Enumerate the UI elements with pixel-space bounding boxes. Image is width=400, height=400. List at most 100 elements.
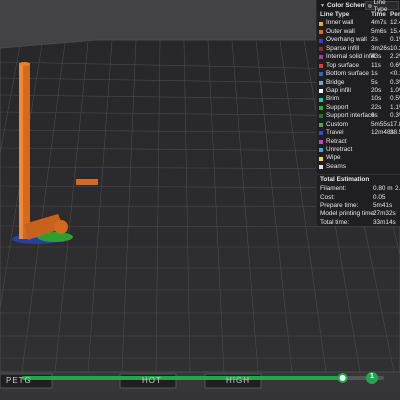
estimation-label: Filament: <box>320 185 347 193</box>
legend-panel: ▼ Color Scheme Line Type Line Type Time … <box>316 0 400 226</box>
legend-swatch <box>319 106 323 110</box>
legend-row-name: Travel <box>326 129 344 137</box>
legend-row-name: Unretract <box>326 146 353 153</box>
legend-swatch <box>319 122 323 127</box>
legend-row[interactable]: Unretract <box>317 146 400 154</box>
legend-swatch <box>319 55 323 60</box>
legend-row-name: Outer wall <box>326 27 355 35</box>
legend-swatch <box>319 148 323 153</box>
legend-column-headers: Line Type Time Perc <box>317 11 400 19</box>
header-time: Time <box>371 11 386 18</box>
estimation-rows: Filament:0.80 m2.38Cost:0.05Prepare time… <box>317 185 400 226</box>
legend-title: Color Scheme <box>326 2 370 9</box>
estimation-row: Filament: 0.80 m2.38 <box>317 185 400 193</box>
legend-row[interactable]: Bridge 5s 0.3% <box>317 79 400 87</box>
legend-row[interactable]: Outer wall 5m6s15.4 <box>317 28 400 36</box>
legend-row-time: 5m55s <box>371 120 391 128</box>
legend-row[interactable]: Internal solid infill43s 2.2% <box>317 53 400 61</box>
legend-row[interactable]: Wipe <box>317 154 400 162</box>
legend-swatch <box>319 131 323 136</box>
legend-swatch <box>319 21 323 26</box>
legend-row-time: 20s <box>371 86 382 94</box>
estimation-row: Cost: 0.05 <box>317 194 400 202</box>
estimation-label: Prepare time: <box>320 201 359 209</box>
legend-swatch <box>319 156 323 161</box>
estimation-value: 5m41s <box>373 201 393 209</box>
legend-row-time: 10s <box>371 95 382 103</box>
estimation-label: Cost: <box>320 193 335 201</box>
legend-row-time: 5m6s <box>371 27 387 35</box>
estimation-value: 0.05 <box>373 193 386 201</box>
legend-row-name: Bridge <box>326 78 345 86</box>
legend-row-name: Sparse infill <box>326 44 360 52</box>
legend-swatch <box>319 30 323 35</box>
legend-row-name: Retract <box>326 137 347 145</box>
legend-row-percent: 0.5% <box>390 95 400 103</box>
legend-row-percent: 0.3% <box>390 78 400 86</box>
legend-row-percent: 15.4 <box>390 27 400 35</box>
legend-swatch <box>319 80 323 85</box>
legend-row-name: Gap infill <box>326 86 351 94</box>
estimation-label: Total time: <box>320 218 350 226</box>
legend-row[interactable]: Brim 10s 0.5% <box>317 95 400 103</box>
legend-row-time: 43s <box>371 53 382 61</box>
legend-row-name: Bottom surface <box>326 70 369 78</box>
legend-row-time: 2s <box>371 36 378 44</box>
legend-row-percent: 0.1% <box>390 36 400 44</box>
color-scheme-select[interactable]: Line Type <box>365 0 399 13</box>
estimation-value: 27m32s <box>373 210 396 218</box>
legend-row-name: Support interface <box>326 112 375 120</box>
header-percent: Perc <box>390 11 400 18</box>
legend-row-name: Internal solid infill <box>326 53 376 61</box>
legend-row[interactable]: Gap infill 20s 1.0% <box>317 87 400 95</box>
estimation-value: 0.80 m <box>373 185 393 193</box>
legend-row-percent: 1.1% <box>390 103 400 111</box>
legend-row-name: Inner wall <box>326 19 354 27</box>
legend-row[interactable]: Bottom surface1s <0.1 <box>317 70 400 78</box>
legend-row-percent: 17.8 <box>390 120 400 128</box>
legend-swatch <box>319 38 323 43</box>
legend-row-name: Support <box>326 103 349 111</box>
radio-icon <box>368 3 372 8</box>
legend-row-name: Custom <box>326 120 349 128</box>
estimation-row: Prepare time: 5m41s <box>317 202 400 210</box>
collapse-arrow-icon[interactable]: ▼ <box>320 3 325 9</box>
legend-rows: Inner wall4m7s12.4Outer wall5m6s15.4Over… <box>317 19 400 171</box>
legend-row-time: 4m7s <box>371 19 387 27</box>
legend-row-name: Brim <box>326 95 340 103</box>
legend-row[interactable]: Support 22s 1.1% <box>317 104 400 112</box>
legend-row-time: 3m26s <box>371 44 391 52</box>
legend-row[interactable]: Retract <box>317 138 400 146</box>
slider-thumb[interactable] <box>337 373 348 383</box>
legend-swatch <box>319 46 323 51</box>
legend-swatch <box>319 89 323 94</box>
estimation-value: 33m14s <box>373 218 396 226</box>
legend-row-percent: 38.5 <box>390 129 400 137</box>
legend-row[interactable]: Custom 5m55s17.8 <box>317 121 400 129</box>
legend-swatch <box>319 139 323 144</box>
legend-swatch <box>319 72 323 77</box>
legend-row-percent: 0.6% <box>390 61 400 69</box>
legend-row[interactable]: Top surface 11s 0.6% <box>317 62 400 70</box>
legend-row[interactable]: Overhang wall 2s 0.1% <box>317 36 400 44</box>
legend-swatch <box>319 114 323 119</box>
legend-row[interactable]: Sparse infill 3m26s10.3 <box>317 45 400 53</box>
legend-swatch <box>319 63 323 68</box>
legend-row[interactable]: Inner wall 4m7s12.4 <box>317 19 400 27</box>
legend-row[interactable]: Travel12m48s38.5 <box>317 129 400 137</box>
estimation-value-secondary: 2.38 <box>395 185 400 193</box>
legend-row-percent: 0.3% <box>390 112 400 120</box>
slider-end-icon[interactable] <box>366 372 378 384</box>
legend-row-time: 22s <box>371 103 382 111</box>
legend-swatch <box>319 165 323 170</box>
total-estimation-title: Total Estimation <box>317 174 400 185</box>
estimation-row: Total time: 33m14s <box>317 219 400 227</box>
legend-swatch <box>319 97 323 102</box>
header-line-type: Line Type <box>320 11 350 18</box>
legend-row[interactable]: Seams <box>317 163 400 171</box>
legend-row[interactable]: Support interface6s 0.3% <box>317 112 400 120</box>
estimation-row: Model printing time: 27m32s <box>317 210 400 218</box>
legend-row-percent: 12.4 <box>390 19 400 27</box>
legend-row-name: Top surface <box>326 61 360 69</box>
legend-row-name: Wipe <box>326 154 341 162</box>
